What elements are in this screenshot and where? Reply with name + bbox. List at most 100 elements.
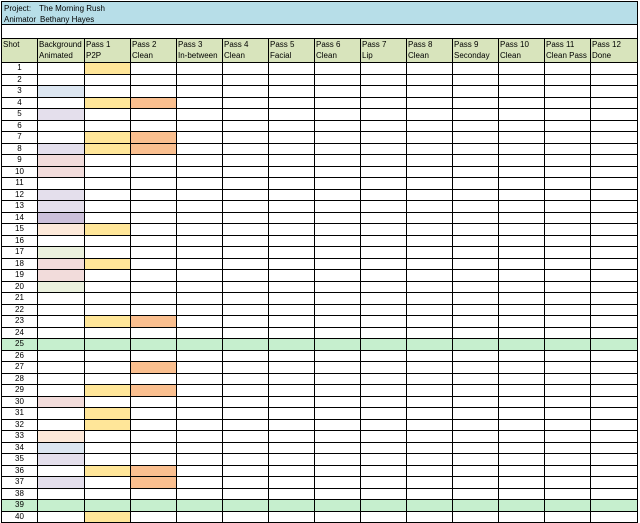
table-cell[interactable] [130, 338, 177, 351]
table-cell[interactable] [544, 292, 591, 305]
table-cell[interactable] [360, 292, 407, 305]
project-label[interactable]: Project: [4, 4, 31, 13]
table-cell[interactable] [222, 326, 269, 339]
table-cell[interactable] [176, 499, 223, 512]
table-cell[interactable] [37, 453, 85, 466]
table-cell[interactable] [37, 246, 85, 259]
table-cell[interactable] [406, 407, 453, 420]
table-cell[interactable] [360, 131, 407, 144]
table-cell[interactable] [130, 395, 177, 408]
shot-number-cell[interactable]: 7 [1, 131, 38, 144]
table-cell[interactable] [452, 407, 499, 420]
table-cell[interactable] [544, 487, 591, 500]
table-cell[interactable] [84, 73, 131, 86]
table-cell[interactable] [406, 269, 453, 282]
table-cell[interactable] [176, 246, 223, 259]
table-cell[interactable] [222, 315, 269, 328]
table-cell[interactable] [222, 292, 269, 305]
table-cell[interactable] [222, 108, 269, 121]
table-cell[interactable] [360, 326, 407, 339]
table-cell[interactable] [360, 234, 407, 247]
shot-number-cell[interactable]: 26 [1, 349, 38, 362]
table-cell[interactable] [314, 234, 361, 247]
table-cell[interactable] [84, 499, 131, 512]
table-cell[interactable] [544, 211, 591, 224]
table-cell[interactable] [130, 73, 177, 86]
shot-number-cell[interactable]: 32 [1, 418, 38, 431]
table-cell[interactable] [130, 464, 177, 477]
table-cell[interactable] [590, 280, 638, 293]
table-cell[interactable] [222, 142, 269, 155]
table-cell[interactable] [268, 395, 315, 408]
table-cell[interactable] [360, 177, 407, 190]
table-cell[interactable] [590, 315, 638, 328]
table-cell[interactable] [360, 499, 407, 512]
header-col-12[interactable]: Pass 11 Clean Pass [544, 38, 591, 63]
table-cell[interactable] [406, 361, 453, 374]
table-cell[interactable] [406, 211, 453, 224]
table-cell[interactable] [176, 326, 223, 339]
table-cell[interactable] [176, 476, 223, 489]
table-cell[interactable] [452, 315, 499, 328]
table-cell[interactable] [84, 326, 131, 339]
table-cell[interactable] [452, 154, 499, 167]
table-cell[interactable] [222, 499, 269, 512]
shot-number-cell[interactable]: 15 [1, 223, 38, 236]
table-cell[interactable] [222, 361, 269, 374]
table-cell[interactable] [268, 464, 315, 477]
table-cell[interactable] [590, 441, 638, 454]
table-cell[interactable] [498, 338, 545, 351]
table-cell[interactable] [360, 349, 407, 362]
shot-number-cell[interactable]: 18 [1, 257, 38, 270]
table-cell[interactable] [84, 315, 131, 328]
table-cell[interactable] [37, 62, 85, 75]
table-cell[interactable] [590, 85, 638, 98]
table-cell[interactable] [176, 453, 223, 466]
table-cell[interactable] [84, 223, 131, 236]
table-cell[interactable] [222, 418, 269, 431]
table-cell[interactable] [590, 453, 638, 466]
table-cell[interactable] [314, 269, 361, 282]
table-cell[interactable] [590, 418, 638, 431]
table-cell[interactable] [176, 154, 223, 167]
header-col-7[interactable]: Pass 6 Clean [314, 38, 361, 63]
table-cell[interactable] [222, 211, 269, 224]
shot-number-cell[interactable]: 23 [1, 315, 38, 328]
table-cell[interactable] [406, 96, 453, 109]
table-cell[interactable] [452, 303, 499, 316]
table-cell[interactable] [314, 223, 361, 236]
table-cell[interactable] [544, 464, 591, 477]
table-cell[interactable] [176, 257, 223, 270]
shot-number-cell[interactable]: 16 [1, 234, 38, 247]
table-cell[interactable] [360, 96, 407, 109]
table-cell[interactable] [222, 464, 269, 477]
shot-number-cell[interactable]: 25 [1, 338, 38, 351]
table-cell[interactable] [84, 384, 131, 397]
table-cell[interactable] [498, 154, 545, 167]
table-cell[interactable] [590, 154, 638, 167]
table-cell[interactable] [176, 165, 223, 178]
table-cell[interactable] [314, 96, 361, 109]
table-cell[interactable] [130, 246, 177, 259]
table-cell[interactable] [84, 211, 131, 224]
table-cell[interactable] [314, 257, 361, 270]
table-cell[interactable] [452, 499, 499, 512]
table-cell[interactable] [452, 487, 499, 500]
table-cell[interactable] [544, 384, 591, 397]
table-cell[interactable] [268, 326, 315, 339]
table-cell[interactable] [590, 499, 638, 512]
shot-number-cell[interactable]: 30 [1, 395, 38, 408]
table-cell[interactable] [544, 269, 591, 282]
table-cell[interactable] [590, 200, 638, 213]
table-cell[interactable] [37, 85, 85, 98]
table-cell[interactable] [498, 453, 545, 466]
table-cell[interactable] [544, 430, 591, 443]
table-cell[interactable] [452, 361, 499, 374]
table-cell[interactable] [314, 154, 361, 167]
table-cell[interactable] [222, 223, 269, 236]
table-cell[interactable] [84, 85, 131, 98]
header-col-1[interactable]: Background Animated [37, 38, 85, 63]
table-cell[interactable] [37, 108, 85, 121]
table-cell[interactable] [176, 131, 223, 144]
table-cell[interactable] [37, 188, 85, 201]
